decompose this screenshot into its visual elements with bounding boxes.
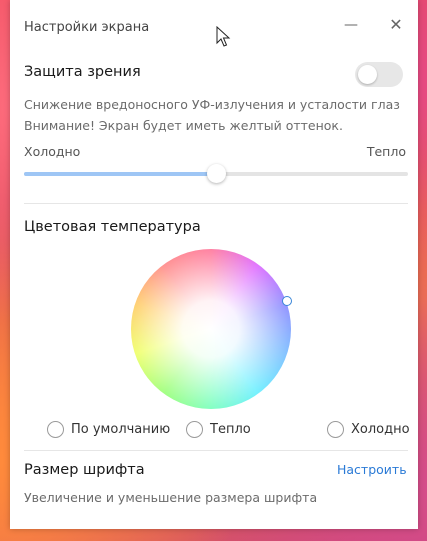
slider-fill [24, 172, 216, 176]
eye-protection-warning: Внимание! Экран будет иметь желтый оттен… [24, 118, 343, 133]
slider-warm-label: Тепло [366, 144, 406, 159]
configure-font-size-link[interactable]: Настроить [337, 462, 407, 477]
eye-protection-title: Защита зрения [24, 64, 141, 80]
window-title: Настройки экрана [24, 20, 150, 35]
close-button[interactable]: ✕ [385, 14, 407, 36]
font-size-description: Увеличение и уменьшение размера шрифта [24, 490, 318, 505]
divider [24, 203, 408, 204]
radio-default[interactable]: По умолчанию [47, 419, 170, 439]
color-temperature-title: Цветовая температура [24, 219, 201, 235]
radio-circle [186, 420, 203, 438]
color-wheel[interactable] [131, 249, 291, 409]
warmth-slider[interactable] [24, 164, 408, 183]
minimize-button[interactable]: — [340, 14, 362, 36]
radio-cold-label: Холодно [351, 421, 410, 437]
radio-warm[interactable]: Тепло [186, 419, 251, 439]
color-wheel-picker[interactable] [282, 296, 292, 306]
mouse-cursor-icon [216, 26, 231, 47]
radio-default-label: По умолчанию [71, 421, 171, 437]
radio-cold[interactable]: Холодно [327, 419, 410, 439]
radio-circle [47, 420, 64, 438]
radio-warm-label: Тепло [210, 421, 251, 437]
slider-thumb[interactable] [207, 164, 226, 183]
radio-circle [327, 420, 344, 438]
title-bar[interactable]: Настройки экрана — ✕ [10, 0, 418, 48]
font-size-title: Размер шрифта [24, 462, 145, 478]
toggle-knob [358, 65, 377, 84]
eye-protection-toggle[interactable] [355, 62, 403, 87]
slider-cold-label: Холодно [24, 144, 81, 159]
display-settings-window: Настройки экрана — ✕ Защита зрения Сниже… [10, 0, 418, 529]
divider [24, 450, 408, 451]
eye-protection-description: Снижение вредоносного УФ-излучения и уст… [24, 97, 400, 112]
